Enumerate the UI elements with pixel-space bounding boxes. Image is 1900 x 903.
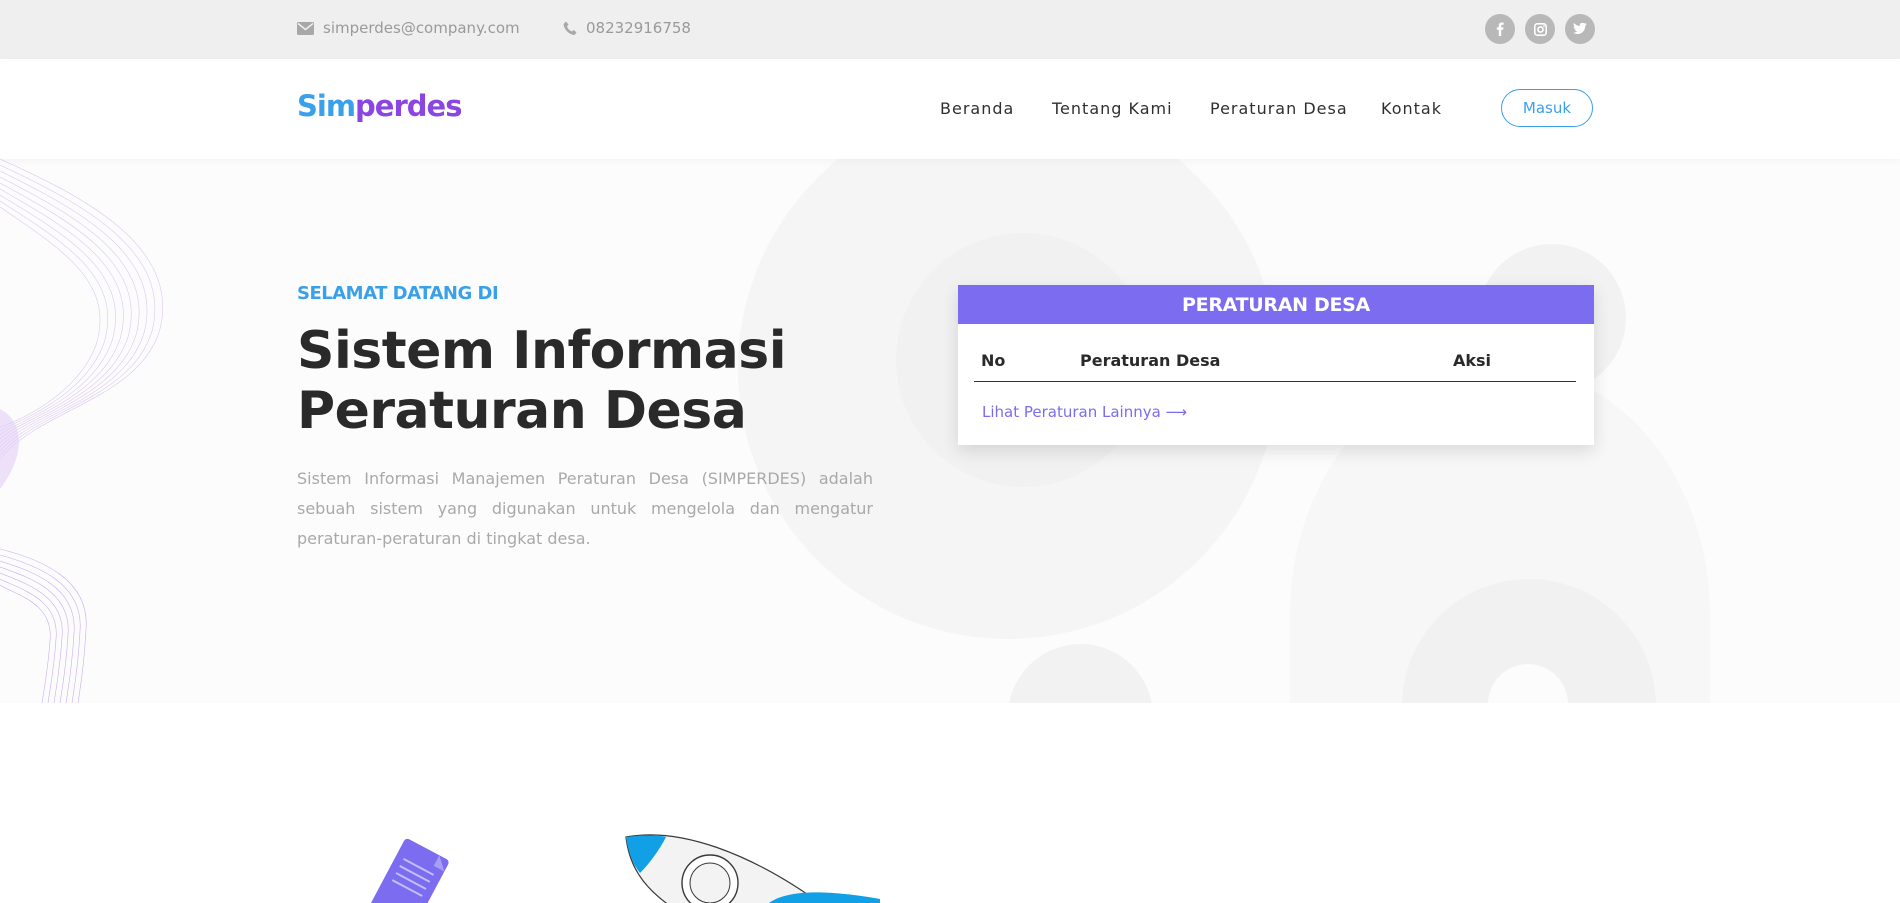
brand-logo[interactable]: Simperdes (297, 89, 462, 123)
facebook-link[interactable] (1485, 14, 1515, 44)
twitter-icon (1573, 23, 1587, 35)
nav-item-peraturan-desa[interactable]: Peraturan Desa (1210, 99, 1348, 118)
contact-email[interactable]: simperdes@company.com (297, 19, 520, 37)
hero-title-line2: Peraturan Desa (297, 381, 747, 441)
table-header-divider (974, 381, 1576, 382)
nav-item-kontak[interactable]: Kontak (1381, 99, 1442, 118)
features-illustration-area (0, 703, 1900, 903)
login-button[interactable]: Masuk (1501, 89, 1593, 127)
hero-title: Sistem Informasi Peraturan Desa (297, 321, 817, 441)
main-navbar: Simperdes Beranda Tentang Kami Peraturan… (0, 59, 1900, 159)
decorative-wave-lines (0, 159, 163, 703)
regulations-table-header: PERATURAN DESA (958, 285, 1594, 324)
more-regulations-link[interactable]: Lihat Peraturan Lainnya ⟶ (982, 403, 1187, 421)
contact-phone[interactable]: 08232916758 (563, 19, 691, 37)
phone-text: 08232916758 (586, 19, 691, 37)
bg-circle-bottom-left (1008, 644, 1153, 703)
rocket-illustration (625, 834, 880, 903)
facebook-icon (1496, 22, 1504, 36)
document-illustration (369, 838, 449, 903)
instagram-icon (1533, 22, 1547, 36)
brand-logo-part1: Sim (297, 89, 356, 123)
regulations-table-card: PERATURAN DESA No Peraturan Desa Aksi Li… (958, 285, 1594, 445)
envelope-icon (297, 21, 314, 35)
column-header-no: No (981, 351, 1006, 370)
twitter-link[interactable] (1565, 14, 1595, 44)
hero-kicker: SELAMAT DATANG DI (297, 283, 499, 304)
nav-item-beranda[interactable]: Beranda (940, 99, 1014, 118)
instagram-link[interactable] (1525, 14, 1555, 44)
social-links (1485, 14, 1595, 44)
column-header-aksi: Aksi (1453, 351, 1492, 370)
hero-title-line1: Sistem Informasi (297, 321, 787, 381)
column-header-peraturan-desa: Peraturan Desa (1080, 351, 1221, 370)
phone-icon (563, 21, 577, 35)
hero-description: Sistem Informasi Manajemen Peraturan Des… (297, 469, 873, 548)
hero-section: SELAMAT DATANG DI Sistem Informasi Perat… (0, 159, 1900, 703)
top-info-bar: simperdes@company.com 08232916758 (0, 0, 1900, 59)
email-text: simperdes@company.com (323, 19, 520, 37)
brand-logo-part2: perdes (355, 89, 462, 123)
nav-item-tentang-kami[interactable]: Tentang Kami (1052, 99, 1173, 118)
